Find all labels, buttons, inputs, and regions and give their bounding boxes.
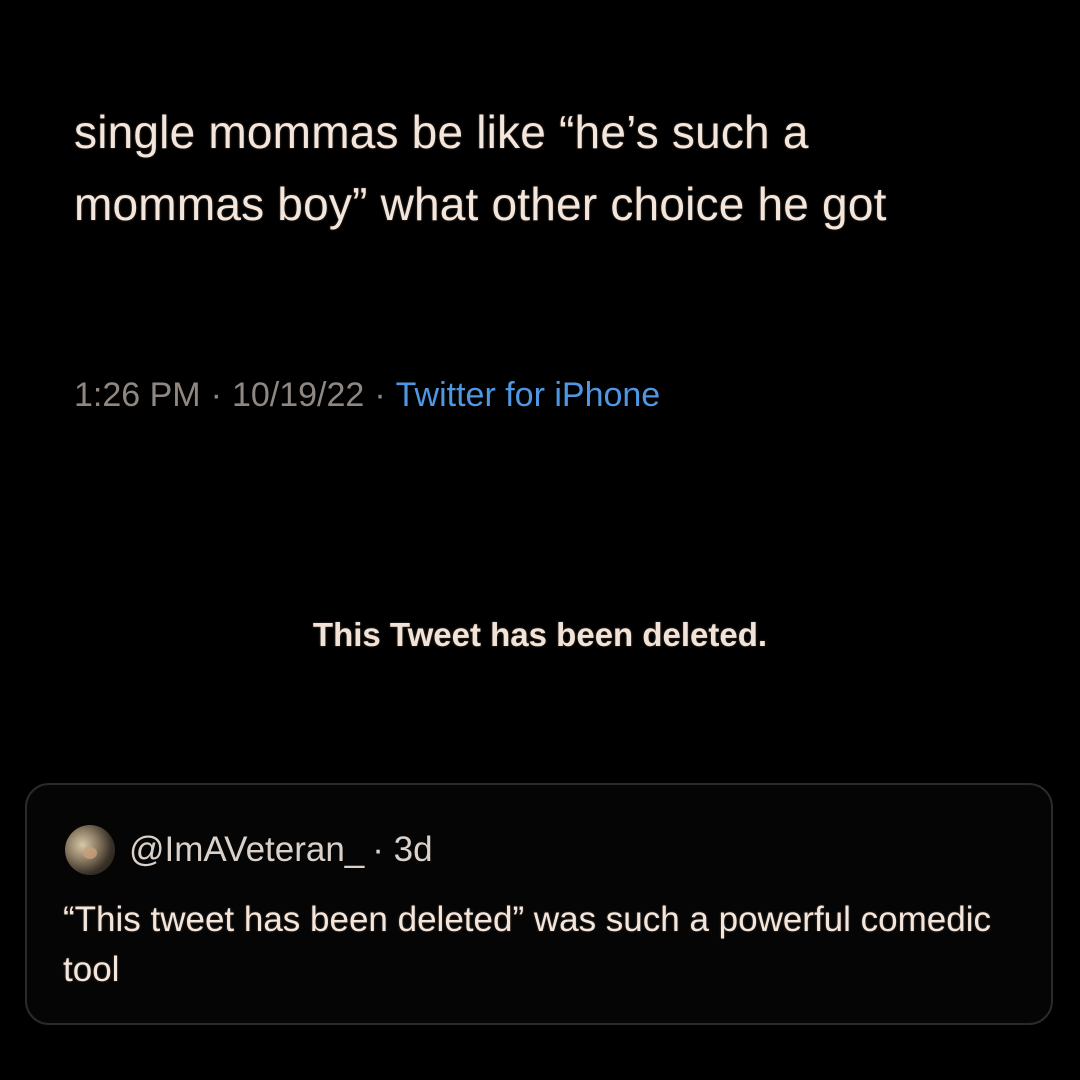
- quoted-tweet-card[interactable]: @ImAVeteran_ · 3d “This tweet has been d…: [25, 783, 1053, 1025]
- quoted-tweet-age: · 3d: [372, 830, 433, 869]
- quoted-tweet-text: “This tweet has been deleted” was such a…: [63, 900, 991, 989]
- quoted-tweet-header: @ImAVeteran_ · 3d: [65, 825, 433, 875]
- tweet-date[interactable]: 10/19/22: [232, 376, 364, 414]
- deleted-tweet-notice: This Tweet has been deleted.: [312, 616, 768, 653]
- tweet-time: 1:26 PM: [74, 376, 201, 414]
- tweet-text: single mommas be like “he’s such a momma…: [74, 106, 887, 230]
- tweet-source-link[interactable]: Twitter for iPhone: [396, 376, 661, 414]
- tweet-meta: 1:26 PM · 10/19/22 · Twitter for iPhone: [74, 372, 660, 418]
- user-avatar-icon[interactable]: [65, 825, 115, 875]
- meta-separator: ·: [210, 376, 222, 414]
- meta-separator: ·: [374, 376, 386, 414]
- quoted-tweet-handle[interactable]: @ImAVeteran_: [129, 830, 364, 870]
